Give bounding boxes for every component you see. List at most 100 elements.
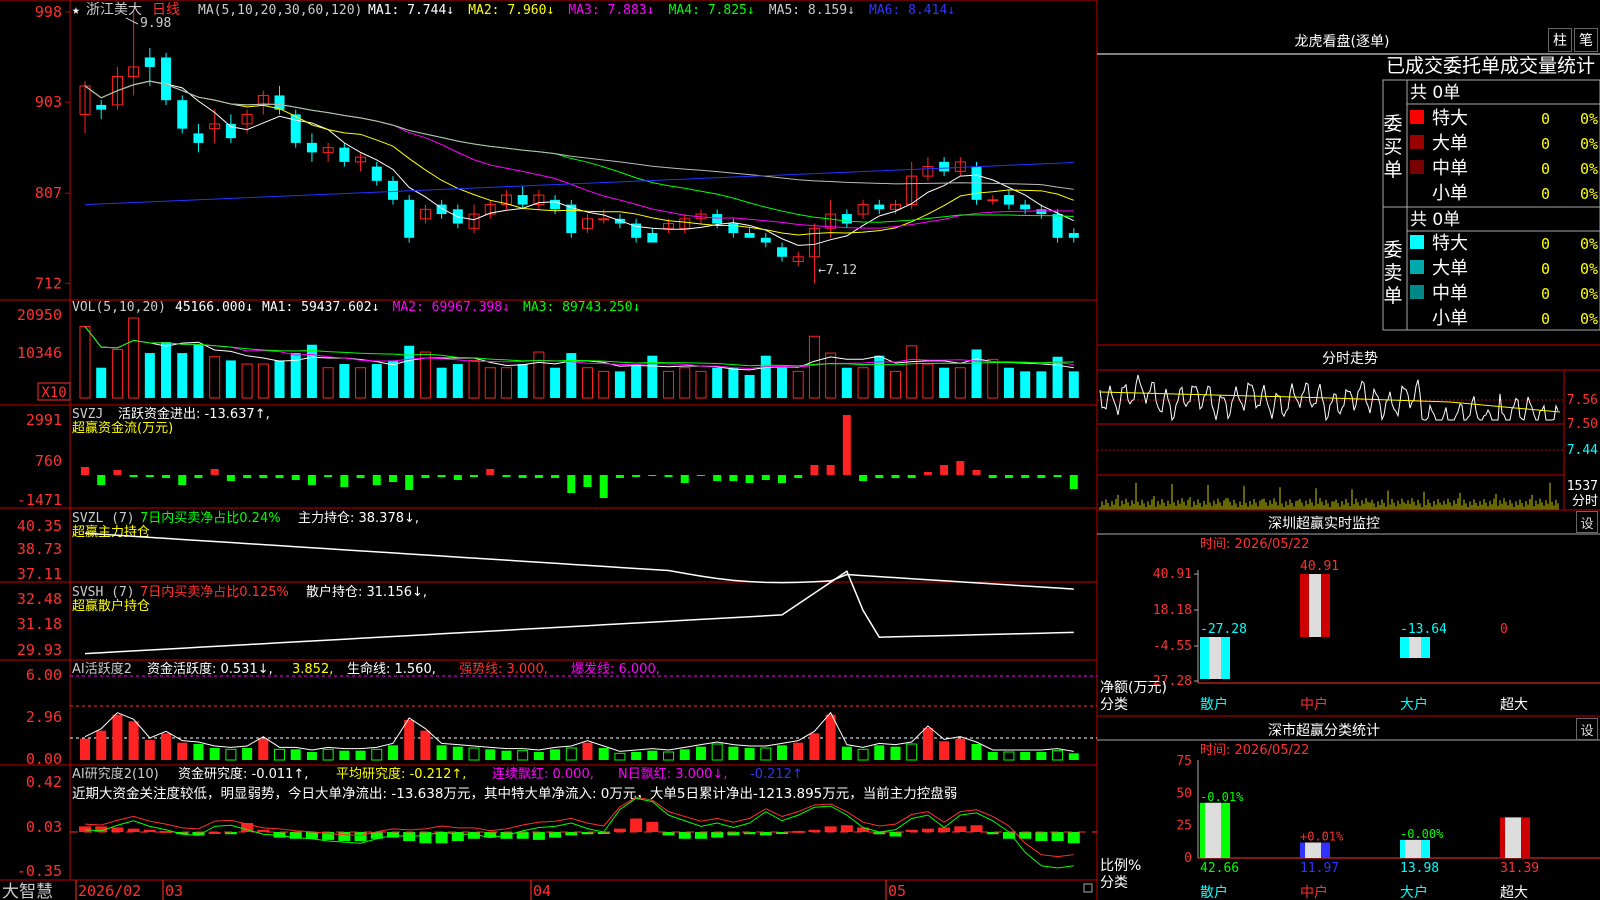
ai3-description: 近期大资金关注度较低，明显弱势，今日大单净流出: -13.638万元，其中特大单… (72, 785, 957, 802)
flow-bar (826, 465, 835, 475)
vol-unit: X10 (41, 385, 66, 401)
volume-bar (1003, 367, 1014, 398)
svzj-subtitle: 超赢资金流(万元) (72, 420, 173, 436)
volume-bar (452, 364, 463, 398)
flow-bar (226, 475, 235, 481)
volume-bar (371, 364, 382, 398)
flow-bar (664, 475, 673, 477)
y-tick-label: -0.35 (17, 862, 62, 880)
activity-bar (598, 748, 609, 760)
monitor-bar-value: -13.64 (1400, 622, 1447, 637)
flow-bar (210, 469, 219, 475)
monitor-bar-value: -27.28 (1200, 622, 1247, 637)
legend-swatch (1410, 160, 1424, 174)
svzj-value: 活跃资金进出: -13.637↑, (118, 406, 270, 422)
volume-bar (971, 349, 982, 398)
candle-body (306, 142, 317, 153)
activity-bar (242, 748, 253, 760)
y-tick-label: 0.00 (26, 750, 62, 768)
class-bar-delta: -0.00% (1400, 827, 1444, 841)
volume-bar (404, 345, 415, 398)
flow-bar (713, 475, 722, 481)
flow-bar (648, 475, 657, 476)
research-bar (305, 832, 318, 839)
lock-icon (1083, 883, 1093, 893)
low-price-label: ←7.12 (818, 263, 857, 278)
fenshi-y-tick: 7.44 (1567, 443, 1598, 458)
legend-swatch (1410, 135, 1424, 149)
ai2-activity: 资金活跃度: 0.531↓, (147, 661, 273, 677)
activity-bar (777, 745, 788, 760)
class-bar-value: 11.97 (1300, 861, 1339, 876)
monitor-time: 时间: 2026/05/22 (1200, 537, 1309, 552)
monitor-settings-button[interactable]: 设 (1576, 511, 1598, 533)
y-tick-label: 712 (35, 274, 62, 292)
vol-value: 45166.000↓ (175, 300, 253, 315)
svsh-ratio: 7日内买卖净占比0.125% (140, 584, 289, 600)
activity-bar (225, 748, 237, 761)
activity-bar (890, 746, 901, 760)
class-settings-button[interactable]: 设 (1576, 718, 1598, 740)
volume-bar (436, 367, 447, 398)
volume-bar (566, 353, 577, 398)
volume-bar (96, 367, 107, 398)
buy-row-label: 中单 (1432, 158, 1468, 179)
flow-bar (875, 475, 884, 478)
flow-bar (1069, 475, 1078, 489)
volume-bar (79, 325, 91, 399)
research-bar (79, 826, 91, 832)
activity-bar (631, 752, 642, 760)
research-bar (630, 818, 643, 832)
activity-bar (922, 728, 933, 760)
class-title: 深市超赢分类统计 (1268, 722, 1380, 739)
research-line (84, 796, 1074, 858)
svsh-subtitle: 超赢散户持仓 (72, 598, 150, 614)
tick-view-tab[interactable]: 笔 (1574, 28, 1598, 52)
longhu-title: 龙虎看盘(逐单) (1295, 33, 1390, 50)
flow-bar (340, 475, 349, 487)
activity-bar (1052, 750, 1064, 761)
flow-bar (745, 475, 754, 483)
fenshi-volume: 1537 (1567, 479, 1598, 494)
flow-bar (1004, 475, 1013, 478)
candle-body (1052, 214, 1063, 238)
volume-bar (177, 353, 188, 398)
ma-value: MA2: 7.960↓ (468, 3, 554, 18)
stock-chart-canvas[interactable]: 998 903 807 712 9.98 ←7.12 ★ 浙江美大 日线 MA(5,10,20,3… (0, 0, 1600, 900)
flow-bar (1053, 475, 1062, 477)
sell-row-count: 0 (1541, 310, 1550, 328)
flow-bar (486, 469, 495, 475)
candle-body (712, 214, 723, 224)
candle-body (1068, 233, 1079, 238)
date-label: 05 (888, 882, 906, 900)
activity-bar (387, 745, 398, 760)
activity-bar (582, 742, 593, 760)
fenshi-y-tick: 7.50 (1567, 417, 1598, 432)
flow-bar (761, 475, 770, 480)
activity-bar (161, 733, 172, 760)
activity-bar (939, 741, 950, 760)
activity-bar (355, 750, 366, 760)
volume-bar (111, 348, 123, 399)
ma-line (84, 80, 1074, 223)
candle-body (177, 100, 188, 129)
flow-bar (794, 475, 803, 478)
fenshi-title: 分时走势 (1322, 351, 1378, 367)
activity-bar (112, 714, 123, 760)
flow-bar (291, 475, 300, 480)
sell-side-label: 委 (1383, 239, 1402, 261)
research-bar (938, 827, 951, 832)
volume-bar (550, 367, 561, 398)
activity-bar (209, 748, 220, 760)
flow-bar (437, 475, 446, 477)
volume-bar (241, 363, 253, 399)
column-view-tab[interactable]: 柱 (1548, 28, 1572, 52)
candle-body (1036, 209, 1047, 215)
monitor-bar-value: 40.91 (1300, 559, 1339, 574)
activity-bar (841, 746, 852, 760)
volume-bar (728, 367, 739, 398)
volume-bar (484, 367, 496, 399)
research-bar (1051, 832, 1064, 841)
monitor-category: 超大 (1500, 697, 1528, 713)
class-y-tick: 25 (1176, 819, 1192, 834)
